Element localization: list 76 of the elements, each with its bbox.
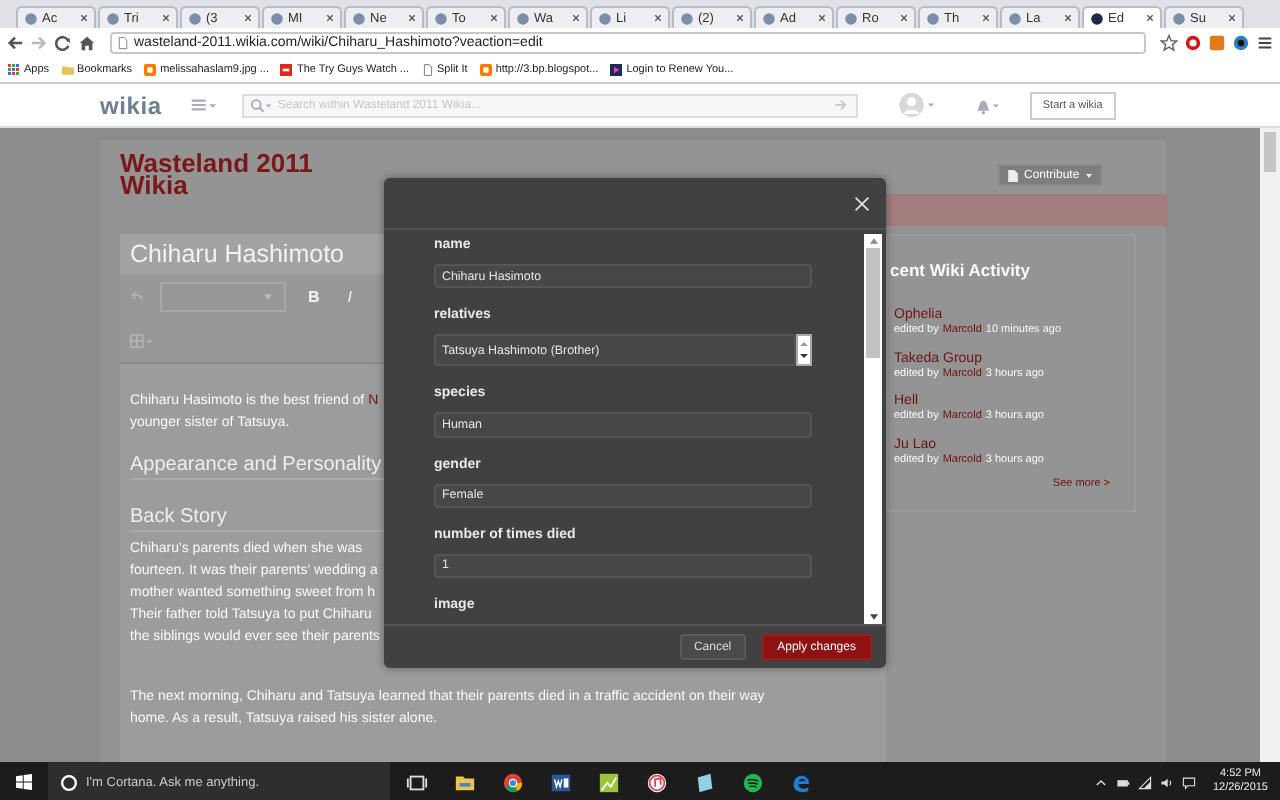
site-icon <box>24 11 38 25</box>
apps-grid-icon <box>8 63 20 75</box>
close-icon[interactable] <box>818 14 826 22</box>
wifi-icon[interactable] <box>1138 775 1153 789</box>
back-icon[interactable] <box>6 33 24 51</box>
site-icon <box>1090 11 1104 25</box>
close-icon[interactable] <box>408 14 416 22</box>
site-icon <box>1172 11 1186 25</box>
scroll-down-icon[interactable] <box>869 614 877 620</box>
article-title: Chiharu Hashimoto <box>130 240 344 268</box>
close-icon[interactable] <box>1146 14 1154 22</box>
windows-start-icon[interactable] <box>16 774 32 790</box>
caret-icon <box>1085 173 1092 177</box>
spinner-control[interactable] <box>796 334 812 367</box>
site-icon <box>680 11 694 25</box>
folder-icon <box>61 63 74 75</box>
notification-icon[interactable] <box>1182 775 1197 789</box>
close-icon[interactable] <box>326 14 334 22</box>
site-icon <box>762 11 776 25</box>
site-icon <box>598 11 612 25</box>
close-icon[interactable] <box>1064 14 1072 22</box>
blogger-icon <box>479 63 492 75</box>
close-icon[interactable] <box>1228 14 1236 22</box>
scroll-thumb[interactable] <box>1264 132 1276 172</box>
close-icon[interactable] <box>900 14 908 22</box>
chevron-up-icon[interactable] <box>1094 775 1109 789</box>
page-icon <box>421 63 434 75</box>
site-icon <box>926 11 940 25</box>
site-icon <box>516 11 530 25</box>
reload-icon[interactable] <box>54 33 72 51</box>
section-heading: Back Story <box>130 506 227 528</box>
scrollbar[interactable] <box>1260 128 1280 762</box>
menu-icon[interactable] <box>1256 33 1274 51</box>
play-icon <box>610 63 623 75</box>
wikia-logo[interactable]: wikia <box>100 91 162 119</box>
task-view-icon[interactable] <box>406 771 428 793</box>
star-icon[interactable] <box>1160 33 1178 51</box>
scroll-up-icon[interactable] <box>869 238 877 244</box>
activity-heading: cent Wiki Activity <box>890 260 1030 280</box>
close-icon[interactable] <box>244 14 252 22</box>
close-icon[interactable] <box>654 14 662 22</box>
site-icon <box>1008 11 1022 25</box>
site-icon <box>270 11 284 25</box>
site-icon <box>352 11 366 25</box>
chart-app-icon[interactable] <box>598 771 620 793</box>
page-icon <box>1008 169 1018 181</box>
close-icon[interactable] <box>982 14 990 22</box>
close-icon[interactable] <box>80 14 88 22</box>
site-icon <box>280 63 293 75</box>
spotify-icon[interactable] <box>742 771 764 793</box>
scrollbar[interactable] <box>864 234 882 624</box>
site-icon <box>188 11 202 25</box>
close-icon[interactable] <box>490 14 498 22</box>
battery-icon[interactable] <box>1116 775 1131 789</box>
close-icon[interactable] <box>736 14 744 22</box>
edge-icon[interactable] <box>790 771 812 793</box>
site-icon <box>106 11 120 25</box>
site-icon <box>844 11 858 25</box>
blogger-icon <box>144 63 157 75</box>
page-icon <box>118 35 128 49</box>
section-heading: Appearance and Personality <box>130 454 382 476</box>
site-icon <box>434 11 448 25</box>
word-icon[interactable] <box>550 771 572 793</box>
wiki-title[interactable]: Wasteland 2011 <box>120 152 313 174</box>
ring-icon[interactable] <box>60 773 78 791</box>
spinner-arrows-icon[interactable] <box>798 338 810 363</box>
close-icon[interactable] <box>572 14 580 22</box>
folder-icon[interactable] <box>454 771 476 793</box>
scroll-thumb[interactable] <box>866 248 880 358</box>
music-app-icon[interactable] <box>646 771 668 793</box>
close-icon[interactable] <box>162 14 170 22</box>
wiki-title[interactable]: Wikia <box>120 174 188 196</box>
home-icon[interactable] <box>78 33 96 51</box>
notes-app-icon[interactable] <box>694 771 716 793</box>
chrome-icon[interactable] <box>502 771 524 793</box>
volume-icon[interactable] <box>1160 775 1175 789</box>
